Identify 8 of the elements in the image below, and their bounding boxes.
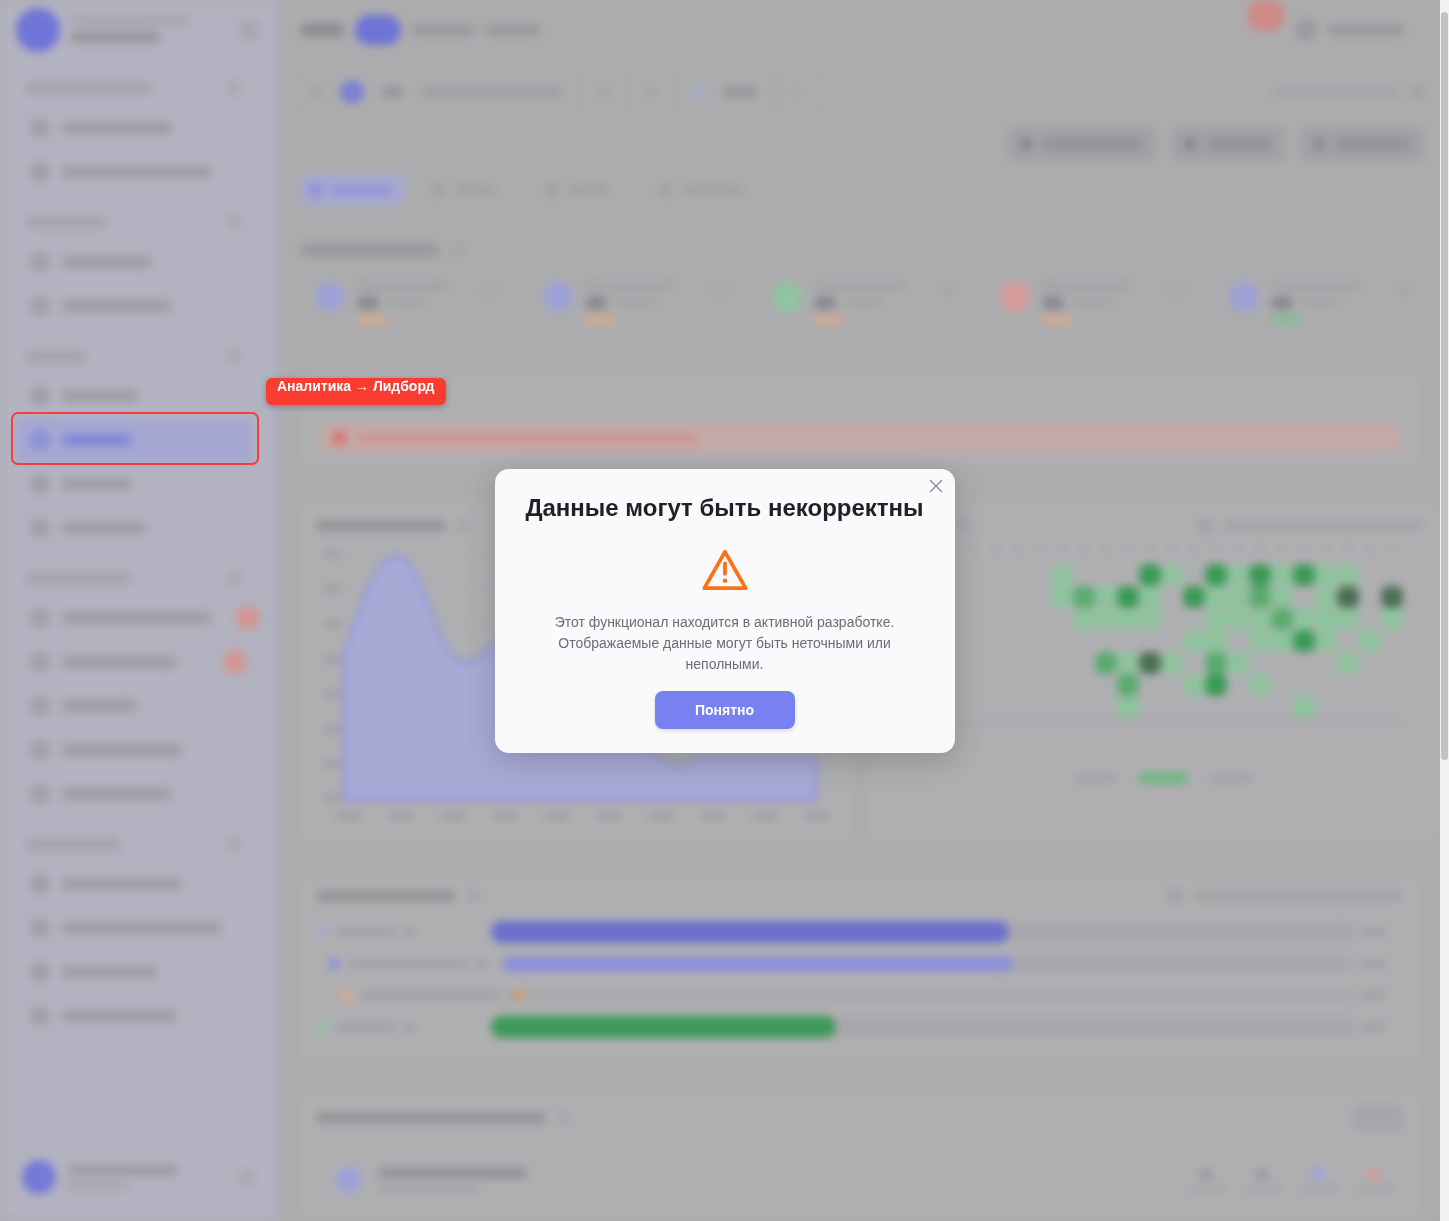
confirm-button[interactable]: Понятно (654, 690, 795, 729)
warning-icon (701, 548, 748, 591)
close-button[interactable] (928, 478, 943, 493)
scrollbar[interactable] (1440, 0, 1449, 1221)
dialog-message: Этот функционал находится в активной разработке. Отображаемые данные могут быть неточными или неполными. (553, 612, 896, 674)
dialog-title: Данные могут быть некорректны (525, 492, 924, 523)
annotation-label: Аналитика → Лидборд (266, 378, 446, 405)
close-icon (928, 478, 943, 493)
